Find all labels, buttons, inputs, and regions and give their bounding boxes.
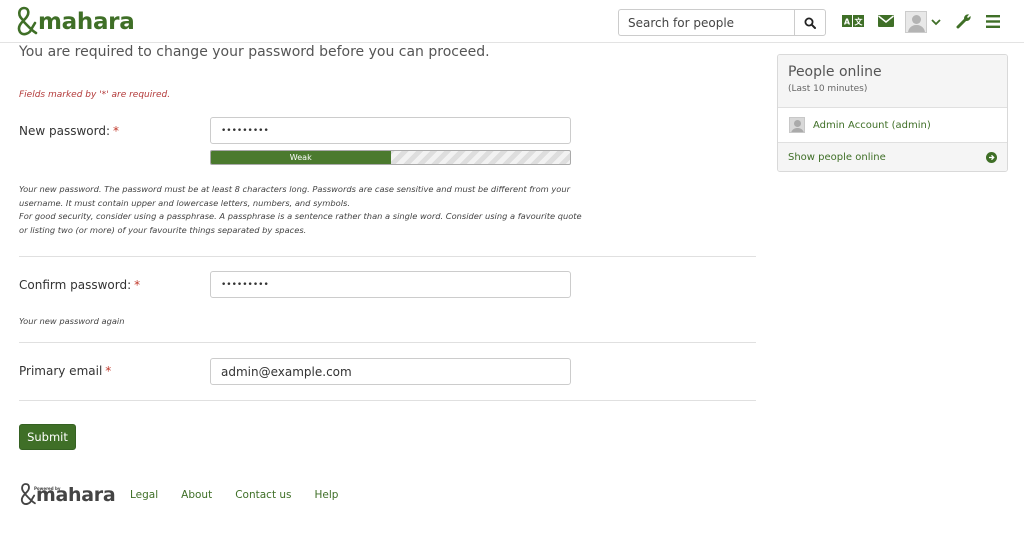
divider	[19, 342, 756, 343]
new-password-label: New password: *	[19, 124, 119, 138]
page-lead: You are required to change your password…	[19, 44, 490, 60]
logo-text: mahara	[38, 9, 135, 35]
user-menu-button[interactable]	[904, 10, 942, 34]
mahara-logo[interactable]: mahara	[14, 6, 135, 36]
mail-icon	[877, 15, 894, 27]
people-online-subtitle: (Last 10 minutes)	[788, 84, 868, 94]
chevron-down-icon	[931, 19, 941, 26]
description-line: Your new password. The password must be …	[19, 184, 571, 194]
logo-mark-icon	[17, 6, 38, 36]
password-strength-meter: Weak	[210, 150, 571, 165]
new-password-description: Your new password. The password must be …	[19, 183, 624, 237]
svg-text:A: A	[844, 18, 851, 27]
language-button[interactable]: A 文	[842, 11, 864, 31]
user-avatar-icon	[905, 11, 927, 33]
footer-link-about[interactable]: About	[181, 489, 212, 501]
footer-link-help[interactable]: Help	[315, 489, 339, 501]
footer-links: Legal About Contact us Help	[130, 489, 338, 501]
people-online-footer: Show people online	[778, 143, 1007, 171]
confirm-password-label-text: Confirm password:	[19, 278, 132, 292]
required-fields-note: Fields marked by '*' are required.	[19, 90, 171, 100]
search-icon	[804, 17, 816, 29]
confirm-password-label: Confirm password: *	[19, 278, 140, 292]
description-line: or listing two (or more) of your favouri…	[19, 224, 307, 235]
wrench-icon	[956, 14, 971, 29]
new-password-label-text: New password:	[19, 124, 111, 138]
primary-email-field[interactable]	[210, 358, 571, 385]
admin-button[interactable]	[955, 11, 972, 31]
primary-email-label-text: Primary email	[19, 364, 103, 378]
divider	[19, 400, 756, 401]
search-button[interactable]	[794, 9, 826, 36]
people-online-header: People online (Last 10 minutes)	[778, 55, 1007, 108]
people-online-block: People online (Last 10 minutes) Admin Ac…	[777, 54, 1008, 172]
show-people-online-link[interactable]: Show people online	[788, 152, 886, 163]
menu-icon	[985, 14, 1000, 28]
password-strength-label: Weak	[289, 153, 312, 162]
inbox-button[interactable]	[877, 11, 894, 31]
people-search	[618, 9, 826, 36]
powered-by-label: Powered by	[34, 486, 61, 491]
online-user-link[interactable]: Admin Account (admin)	[813, 120, 931, 131]
main-menu-button[interactable]	[985, 11, 1000, 31]
svg-text:文: 文	[855, 17, 864, 27]
submit-button[interactable]: Submit	[19, 424, 76, 450]
primary-email-label: Primary email *	[19, 364, 111, 378]
required-star: *	[105, 364, 112, 378]
divider	[19, 256, 756, 257]
footer-link-contact[interactable]: Contact us	[235, 489, 291, 501]
online-user-item[interactable]: Admin Account (admin)	[778, 108, 1007, 143]
confirm-password-description: Your new password again	[19, 316, 125, 326]
required-star: *	[134, 278, 141, 292]
people-online-title: People online	[788, 64, 882, 80]
footer-logo[interactable]: mahara	[18, 482, 116, 506]
new-password-field[interactable]	[210, 117, 571, 144]
search-input[interactable]	[618, 9, 794, 36]
footer-link-legal[interactable]: Legal	[130, 489, 158, 501]
description-line: username. It must contain upper and lowe…	[19, 197, 350, 208]
arrow-circle-right-icon[interactable]	[986, 152, 997, 163]
user-avatar-icon	[789, 117, 805, 133]
description-line: For good security, consider using a pass…	[19, 211, 582, 221]
site-header: mahara A 文	[0, 0, 1024, 43]
required-star: *	[113, 124, 120, 138]
language-icon: A 文	[842, 15, 864, 27]
confirm-password-field[interactable]	[210, 271, 571, 298]
